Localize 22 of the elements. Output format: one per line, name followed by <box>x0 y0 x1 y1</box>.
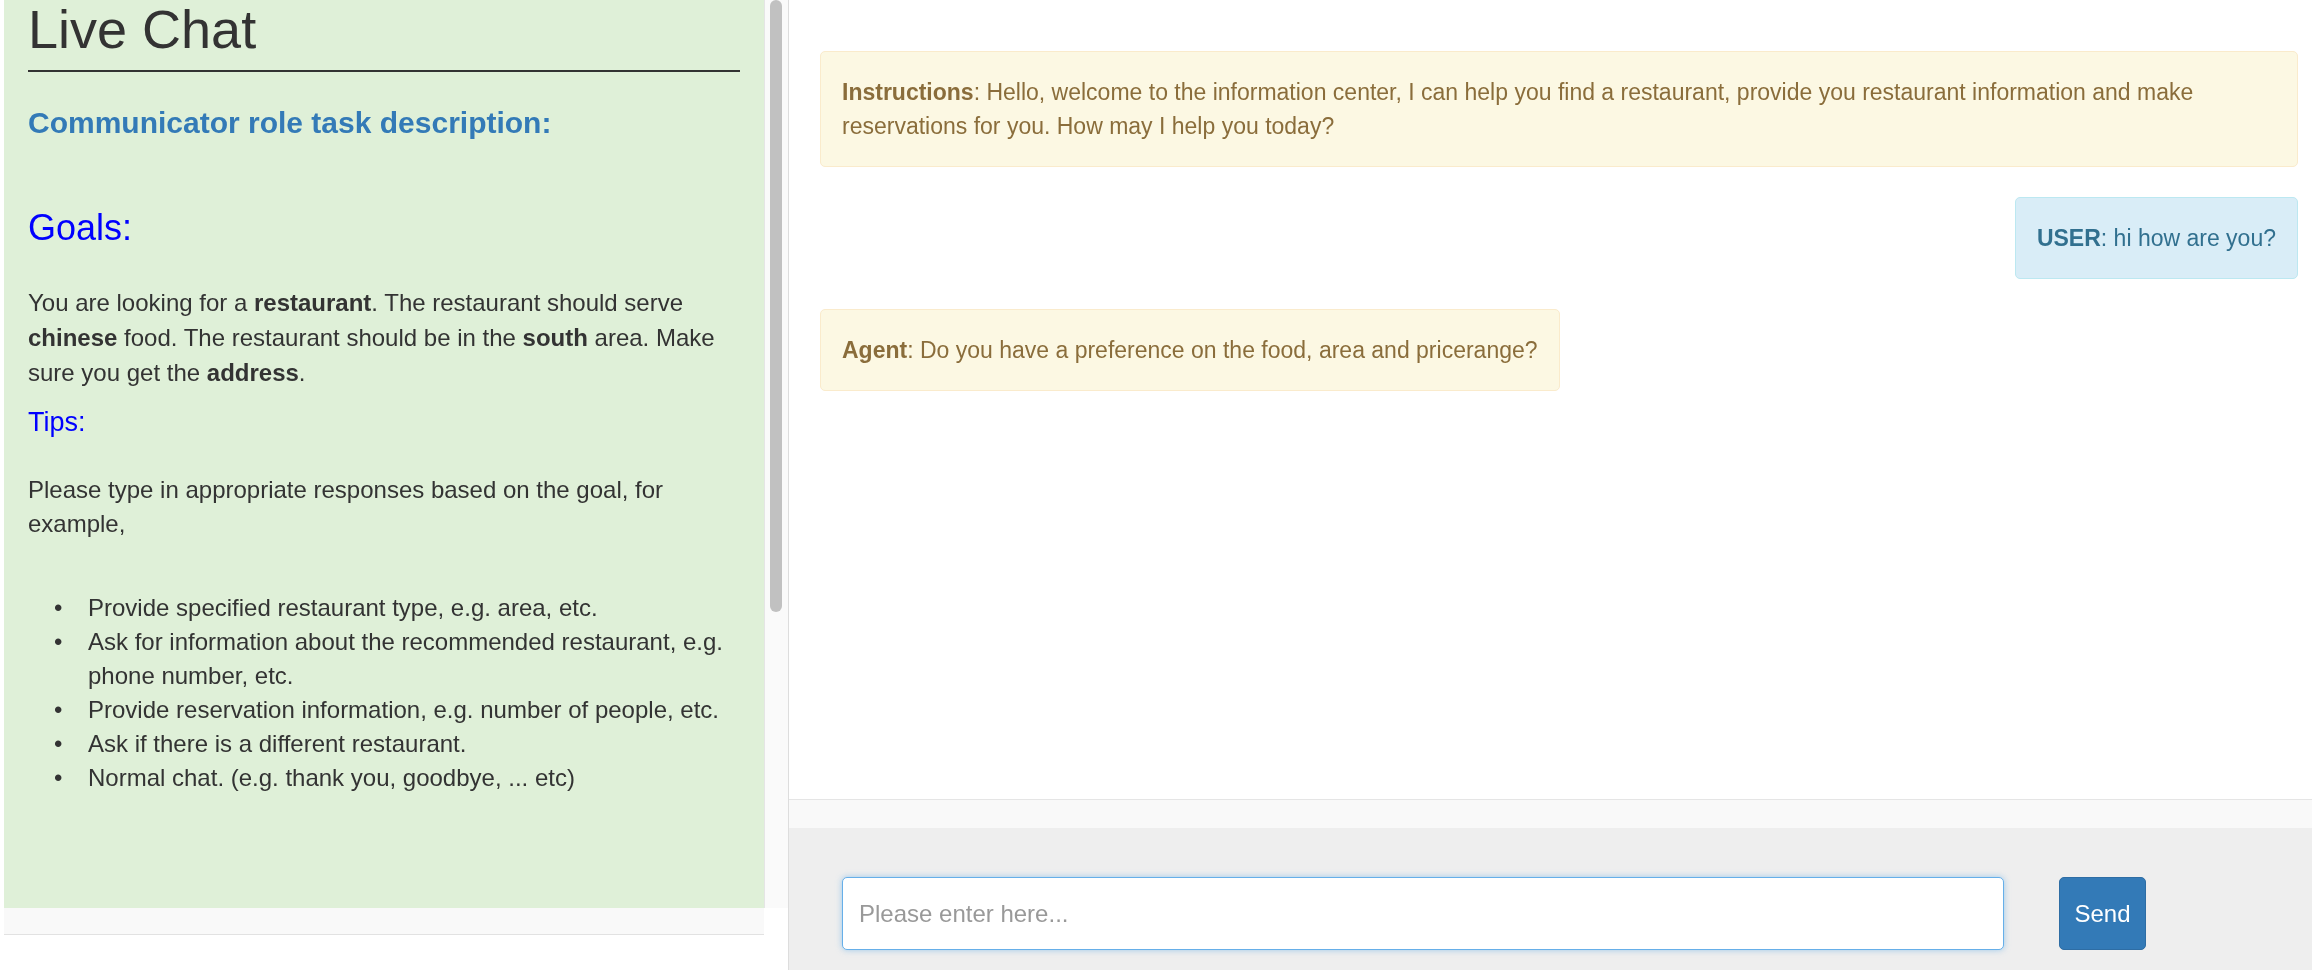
tip-item: Provide specified restaurant type, e.g. area, etc. <box>88 592 598 623</box>
tips-heading: Tips: <box>28 406 87 439</box>
page-title: Live Chat <box>28 0 740 72</box>
goals-heading: Goals: <box>28 206 134 250</box>
goal-description: You are looking for a restaurant. The restaurant should serve chinese food. The restaurant should be in the south area. Make sure you get the address. <box>28 288 716 388</box>
send-button[interactable]: Send <box>2059 877 2146 950</box>
tip-item: Provide reservation information, e.g. number of people, etc. <box>88 694 719 725</box>
tips-intro: Please type in appropriate responses based on the goal, for example, <box>28 474 665 539</box>
tip-item: Ask if there is a different restaurant. <box>88 728 467 759</box>
message-input[interactable]: Please enter here... <box>842 877 2004 950</box>
list-bullet: • <box>54 626 64 657</box>
tip-item: Normal chat. (e.g. thank you, goodbye, ... etc) <box>88 762 575 793</box>
user-message: USER: hi how are you? <box>2014 197 2298 279</box>
tip-item: Ask for information about the recommended restaurant, e.g. phone number, etc. <box>88 626 724 691</box>
list-bullet: • <box>54 694 64 725</box>
section-heading: Communicator role task description: <box>28 105 553 141</box>
list-bullet: • <box>54 762 64 793</box>
list-bullet: • <box>54 592 64 623</box>
list-bullet: • <box>54 728 64 759</box>
instructions-message: Instructions: Hello, welcome to the information center, I can help you find a restaurant, provide you restaurant information and make reservations for you. How may I help you today? <box>820 51 2298 167</box>
scrollbar-thumb[interactable] <box>770 0 782 612</box>
agent-message: Agent: Do you have a preference on the food, area and pricerange? <box>820 309 1560 391</box>
